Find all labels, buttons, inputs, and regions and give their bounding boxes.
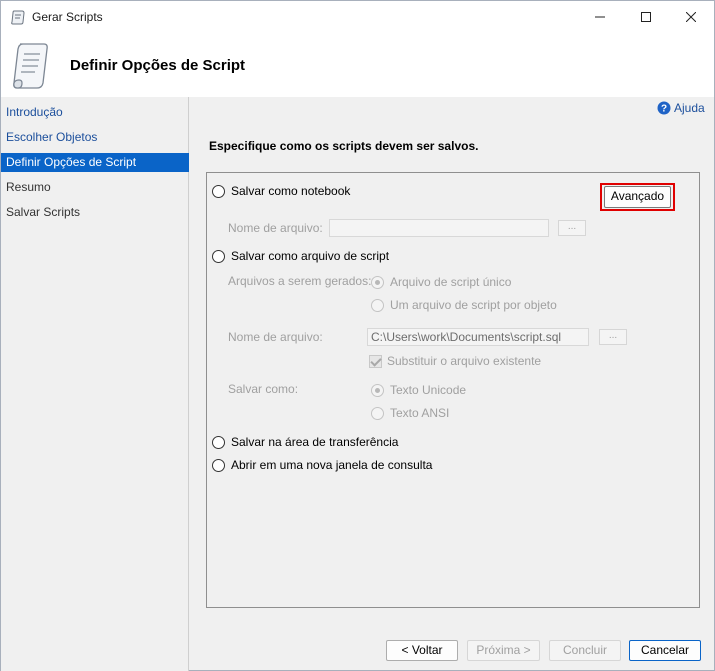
sidebar-item-definir-opcoes[interactable]: Definir Opções de Script xyxy=(1,153,189,172)
radio-label: Salvar na área de transferência xyxy=(231,435,399,449)
radio-label: Texto Unicode xyxy=(390,383,467,397)
radio-circle[interactable] xyxy=(212,184,225,198)
radio-circle[interactable] xyxy=(371,275,384,289)
save-as-label: Salvar como: xyxy=(228,382,299,396)
radio-label: Arquivo de script único xyxy=(390,275,512,289)
next-button[interactable]: Próxima > xyxy=(467,640,540,661)
radio-label: Salvar como notebook xyxy=(231,184,351,198)
radio-circle[interactable] xyxy=(371,298,384,312)
maximize-button[interactable] xyxy=(623,1,669,33)
minimize-button[interactable] xyxy=(577,1,623,33)
checkbox-box[interactable] xyxy=(369,354,382,368)
help-label: Ajuda xyxy=(674,101,705,115)
radio-save-script-file[interactable]: Salvar como arquivo de script xyxy=(212,249,389,263)
sidebar-item-escolher-objetos[interactable]: Escolher Objetos xyxy=(1,128,189,147)
title-bar: Gerar Scripts xyxy=(1,1,714,33)
script-scroll-icon xyxy=(11,41,51,91)
radio-single-file[interactable]: Arquivo de script único xyxy=(371,275,511,289)
finish-button[interactable]: Concluir xyxy=(549,640,621,661)
radio-ansi-text[interactable]: Texto ANSI xyxy=(371,406,449,420)
sidebar-item-introducao[interactable]: Introdução xyxy=(1,103,189,122)
instruction-text: Especifique como os scripts devem ser sa… xyxy=(209,139,479,153)
window-title: Gerar Scripts xyxy=(32,10,103,24)
notebook-browse-button[interactable]: ... xyxy=(558,220,586,236)
radio-new-query-window[interactable]: Abrir em uma nova janela de consulta xyxy=(212,458,432,472)
help-icon: ? xyxy=(657,101,671,115)
radio-label: Salvar como arquivo de script xyxy=(231,249,390,263)
files-to-generate-label: Arquivos a serem gerados: xyxy=(228,274,372,288)
script-browse-button[interactable]: ... xyxy=(599,329,627,345)
sidebar-item-resumo: Resumo xyxy=(6,180,51,194)
radio-circle[interactable] xyxy=(212,435,225,449)
close-button[interactable] xyxy=(668,1,714,33)
checkbox-label: Substituir o arquivo existente xyxy=(387,354,542,368)
radio-circle[interactable] xyxy=(212,249,225,263)
wizard-header: Definir Opções de Script xyxy=(1,33,714,97)
sidebar-item-salvar-scripts: Salvar Scripts xyxy=(6,205,81,219)
cancel-button[interactable]: Cancelar xyxy=(629,640,701,661)
radio-save-notebook[interactable]: Salvar como notebook xyxy=(212,184,350,198)
script-filename-label: Nome de arquivo: xyxy=(228,330,323,344)
radio-circle[interactable] xyxy=(371,383,384,397)
radio-circle[interactable] xyxy=(371,406,384,420)
help-link[interactable]: ? Ajuda xyxy=(657,101,705,115)
svg-text:?: ? xyxy=(661,104,667,115)
notebook-filename-label: Nome de arquivo: xyxy=(228,221,323,235)
back-button[interactable]: < Voltar xyxy=(386,640,458,661)
script-scroll-icon xyxy=(10,9,26,25)
radio-label: Um arquivo de script por objeto xyxy=(390,298,557,312)
advanced-button[interactable]: Avançado xyxy=(604,186,671,208)
radio-unicode-text[interactable]: Texto Unicode xyxy=(371,383,466,397)
generate-scripts-window: Gerar Scripts Definir Opções de Script I… xyxy=(0,0,715,671)
page-title: Definir Opções de Script xyxy=(70,57,246,74)
notebook-filename-input[interactable] xyxy=(329,219,549,237)
overwrite-checkbox[interactable]: Substituir o arquivo existente xyxy=(369,354,541,368)
wizard-sidebar: Introdução Escolher Objetos Definir Opçõ… xyxy=(1,97,189,671)
radio-save-clipboard[interactable]: Salvar na área de transferência xyxy=(212,435,398,449)
radio-circle[interactable] xyxy=(212,458,225,472)
radio-label: Abrir em uma nova janela de consulta xyxy=(231,458,433,472)
script-filename-input[interactable]: C:\Users\work\Documents\script.sql xyxy=(367,328,589,346)
radio-file-per-object[interactable]: Um arquivo de script por objeto xyxy=(371,298,557,312)
radio-label: Texto ANSI xyxy=(390,406,450,420)
